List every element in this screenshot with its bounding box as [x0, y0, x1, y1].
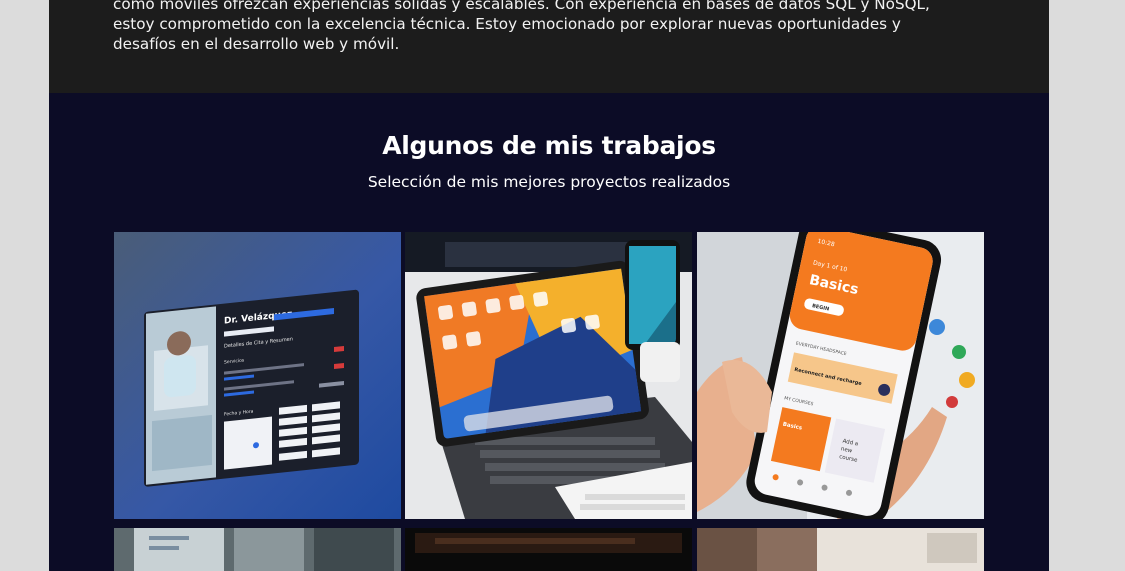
project-thumbnail: Dr. Velázquez Detalles de Cita y Resumen… — [114, 232, 401, 519]
page: como móviles ofrezcan experiencias sólid… — [49, 0, 1049, 571]
project-thumbnail — [114, 528, 401, 571]
project-card-mobile-app[interactable]: 10:28 Day 1 of 10 Basics BEGIN EVERYDAY … — [697, 232, 984, 519]
project-thumbnail — [405, 232, 692, 519]
project-thumbnail: 10:28 Day 1 of 10 Basics BEGIN EVERYDAY … — [697, 232, 984, 519]
about-line: estoy comprometido con la excelencia téc… — [113, 15, 901, 33]
projects-subtitle: Selección de mis mejores proyectos reali… — [367, 173, 731, 191]
about-line: como móviles ofrezcan experiencias sólid… — [113, 0, 930, 13]
project-thumbnail — [697, 528, 984, 571]
projects-title: Algunos de mis trabajos — [382, 131, 716, 160]
project-card-dental-app[interactable]: Dr. Velázquez Detalles de Cita y Resumen… — [114, 232, 401, 519]
project-card-row2-3[interactable] — [697, 528, 984, 571]
project-thumbnail — [405, 528, 692, 571]
about-section: como móviles ofrezcan experiencias sólid… — [49, 0, 1049, 93]
project-card-ipad[interactable] — [405, 232, 692, 519]
about-line: desafíos en el desarrollo web y móvil. — [113, 35, 400, 53]
about-text: como móviles ofrezcan experiencias sólid… — [113, 0, 985, 54]
projects-section: Algunos de mis trabajos Selección de mis… — [49, 93, 1049, 571]
project-card-row2-2[interactable] — [405, 528, 692, 571]
project-card-row2-1[interactable] — [114, 528, 401, 571]
